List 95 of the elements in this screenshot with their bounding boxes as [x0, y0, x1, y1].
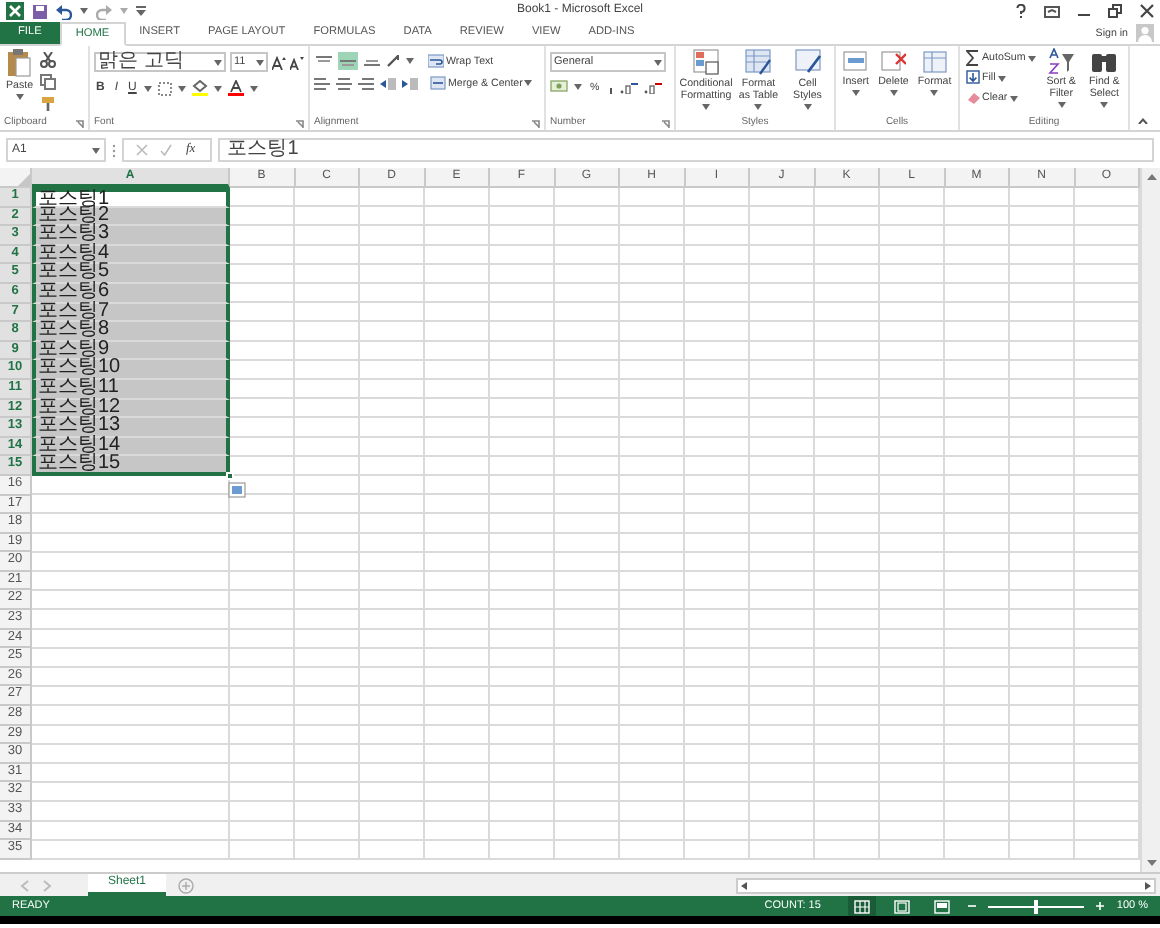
table-format-icon	[744, 48, 773, 76]
caret-icon	[1009, 95, 1018, 101]
caret-icon	[120, 8, 128, 14]
align-right-icon[interactable]	[358, 77, 374, 89]
sum-icon	[966, 50, 980, 66]
decrease-decimal-icon[interactable]	[643, 81, 662, 93]
caret-icon	[214, 59, 222, 65]
caret-icon	[92, 147, 100, 153]
save-icon[interactable]	[32, 3, 48, 19]
binoculars-icon	[1090, 48, 1119, 74]
cell[interactable]: 포스팅10	[32, 360, 230, 380]
middle-align-icon	[340, 54, 356, 68]
zoom-slider-thumb[interactable]	[1034, 899, 1039, 913]
fill-down-icon	[966, 70, 980, 86]
bottom-align-icon	[364, 54, 380, 68]
align-left-icon[interactable]	[314, 77, 330, 89]
ribbon-display-icon[interactable]	[1044, 5, 1060, 17]
normal-view-icon	[854, 899, 871, 913]
font-name-field[interactable]: 맑은 고딕	[94, 52, 226, 72]
caret-icon	[524, 80, 533, 86]
dialog-launcher-icon[interactable]	[662, 119, 670, 127]
increase-decimal-icon[interactable]	[619, 81, 638, 93]
caret-icon	[930, 90, 939, 96]
sort-filter-icon	[1047, 48, 1076, 74]
drag-handle-icon	[112, 143, 116, 157]
dialog-launcher-icon[interactable]	[296, 119, 304, 127]
horizontal-scrollbar[interactable]	[736, 877, 1156, 893]
caret-icon	[702, 104, 710, 110]
caret-icon	[250, 85, 259, 91]
fill-color-icon[interactable]	[192, 80, 209, 96]
format-painter-icon[interactable]	[39, 96, 56, 112]
view-button[interactable]	[848, 896, 877, 916]
fill-handle[interactable]	[226, 472, 234, 480]
dialog-launcher-icon[interactable]	[76, 119, 84, 127]
customize-icon[interactable]	[136, 6, 146, 16]
cell[interactable]: 포스팅11	[32, 379, 230, 400]
caret-icon	[574, 84, 582, 90]
caret-icon	[406, 58, 414, 64]
formula-field[interactable]: 포스팅1	[217, 138, 1154, 162]
undo-icon[interactable]	[56, 3, 72, 19]
caret-icon	[214, 85, 223, 91]
cell[interactable]: 포스팅5	[32, 264, 230, 284]
caret-icon	[889, 90, 898, 96]
caret-icon	[1027, 55, 1036, 61]
scroll-right-icon[interactable]	[1142, 879, 1154, 891]
orientation-icon[interactable]	[386, 54, 402, 68]
close-icon[interactable]	[1140, 4, 1154, 18]
corner-triangle-icon	[18, 174, 30, 186]
caret-icon	[851, 90, 860, 96]
caret-icon	[178, 85, 187, 91]
caret-icon	[654, 59, 662, 65]
cell[interactable]: 포스팅6	[32, 283, 230, 304]
excel-logo-icon	[6, 2, 24, 20]
page-break-view-icon	[934, 899, 951, 913]
eraser-icon	[966, 90, 980, 106]
caret-icon	[803, 104, 812, 110]
redo-icon	[96, 3, 112, 19]
wrap-text-icon	[428, 54, 444, 68]
format-cells-icon	[921, 48, 948, 74]
caret-icon	[997, 75, 1006, 81]
dialog-launcher-icon[interactable]	[532, 119, 540, 127]
merge-icon	[430, 76, 446, 90]
scroll-left-icon[interactable]	[738, 879, 750, 891]
caret-icon	[15, 94, 24, 100]
grow-font-icon[interactable]	[272, 55, 286, 69]
shrink-font-icon[interactable]	[290, 55, 304, 69]
top-align-icon	[316, 54, 332, 68]
help-icon[interactable]	[1016, 4, 1026, 18]
caret-icon	[144, 85, 153, 91]
caret-icon	[1100, 102, 1109, 108]
caret-icon	[80, 8, 88, 14]
caret-icon	[256, 59, 264, 65]
center-icon[interactable]	[336, 77, 352, 89]
zoom-in-icon[interactable]	[1096, 902, 1105, 910]
cell[interactable]: 포스팅15	[32, 456, 230, 476]
copy-icon[interactable]	[39, 74, 56, 90]
caret-icon	[1057, 102, 1066, 108]
increase-indent-icon[interactable]	[402, 77, 418, 89]
font-color-icon[interactable]	[228, 80, 245, 96]
quick-analysis-icon[interactable]	[228, 482, 246, 498]
cell[interactable]: 포스팅3	[32, 226, 230, 246]
cell[interactable]: 포스팅1	[32, 188, 230, 208]
cell[interactable]: 포스팅13	[32, 418, 230, 438]
borders-icon[interactable]	[158, 81, 173, 95]
cut-icon[interactable]	[39, 52, 56, 68]
collapse-ribbon-icon[interactable]	[1137, 118, 1147, 124]
caret-icon	[754, 104, 763, 110]
cell[interactable]: 포스팅8	[32, 322, 230, 342]
page-layout-view-icon	[894, 899, 911, 913]
vertical-align-button[interactable]	[338, 52, 358, 70]
decrease-indent-icon[interactable]	[380, 77, 396, 89]
currency-icon[interactable]	[550, 80, 568, 94]
zoom-out-icon[interactable]	[968, 902, 977, 910]
restore-icon[interactable]	[1108, 4, 1122, 18]
cell-styles-icon	[793, 48, 822, 76]
